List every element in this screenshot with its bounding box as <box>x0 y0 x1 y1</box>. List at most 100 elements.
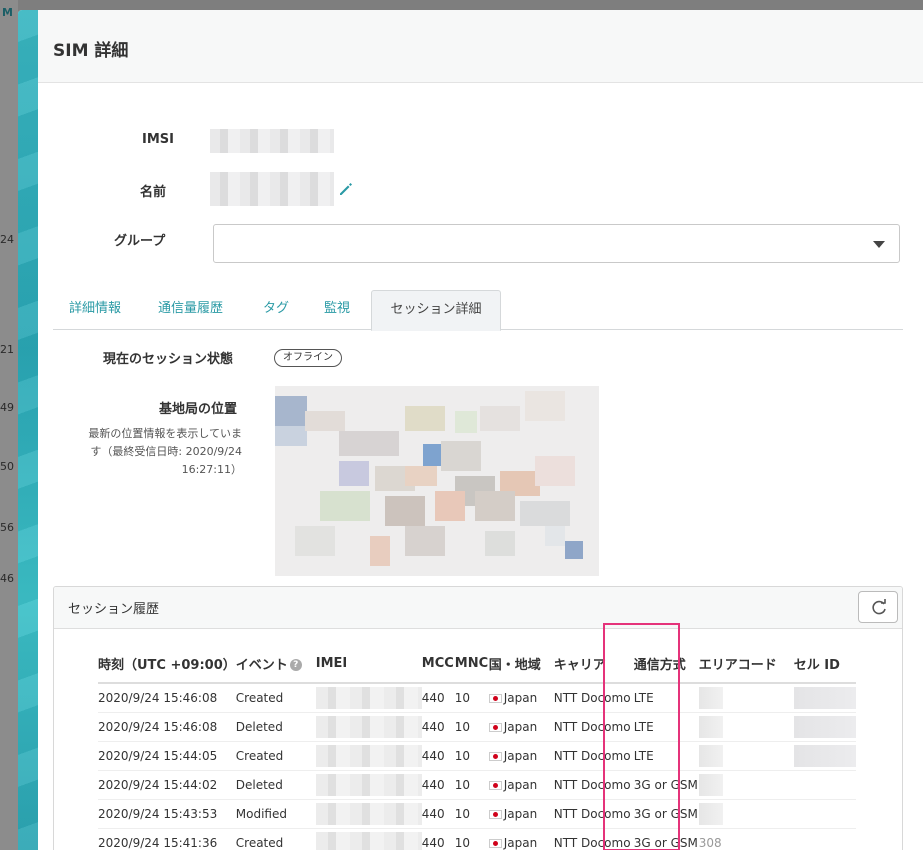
cell-mnc: 10 <box>454 770 489 800</box>
tab-session-details[interactable]: セッション詳細 <box>371 290 501 331</box>
japan-flag-icon <box>488 722 502 732</box>
column-header-event-label: イベント <box>235 658 288 673</box>
cell-time: 2020/9/24 15:44:02 <box>98 770 236 800</box>
table-row: 2020/9/24 15:41:36 Created 440 10 Japan … <box>98 828 856 850</box>
location-desc-line: 16:27:11） <box>181 463 242 476</box>
tab-monitoring[interactable]: 監視 <box>324 290 350 330</box>
cell-imei <box>315 712 422 742</box>
column-header-event: イベント? <box>235 645 316 684</box>
imei-redacted <box>315 744 422 767</box>
pencil-icon[interactable] <box>338 181 354 197</box>
cell-country: Japan <box>488 799 554 829</box>
cell-area-code: 308 <box>698 828 794 850</box>
imsi-value <box>210 129 334 153</box>
cell-mnc: 10 <box>454 741 489 771</box>
country-name: Japan <box>503 835 538 850</box>
table-row: 2020/9/24 15:43:53 Modified 440 10 Japan… <box>98 799 856 829</box>
session-history-panel: セッション履歴 時刻（UTC +09:00） イベント? IMEI MCC MN… <box>53 586 903 850</box>
cell-country: Japan <box>488 828 554 850</box>
location-description: 最新の位置情報を表示していま す（最終受信日時: 2020/9/24 16:27… <box>56 425 242 479</box>
cell-mcc: 440 <box>421 799 455 829</box>
cell-event: Modified <box>235 799 316 829</box>
cell-cell-id <box>793 712 856 742</box>
cell-id-redacted <box>793 715 856 738</box>
cell-cell-id <box>793 741 856 771</box>
table-row: 2020/9/24 15:46:08 Created 440 10 Japan … <box>98 683 856 713</box>
table-header-row: 時刻（UTC +09:00） イベント? IMEI MCC MNC 国・地域 キ… <box>98 645 856 684</box>
tab-details[interactable]: 詳細情報 <box>69 290 121 330</box>
name-value <box>210 172 334 206</box>
refresh-button[interactable] <box>858 591 898 623</box>
column-header-mcc: MCC <box>421 645 455 684</box>
background-text: 50 <box>0 460 14 473</box>
area-code-redacted <box>698 686 723 709</box>
background-text: 49 <box>0 401 14 414</box>
area-code-redacted <box>698 773 723 796</box>
cell-time: 2020/9/24 15:46:08 <box>98 683 236 713</box>
cell-event: Deleted <box>235 712 316 742</box>
table-row: 2020/9/24 15:44:02 Deleted 440 10 Japan … <box>98 770 856 800</box>
cell-time: 2020/9/24 15:43:53 <box>98 799 236 829</box>
cell-area-code <box>698 712 794 742</box>
cell-area-code <box>698 770 794 800</box>
cell-mnc: 10 <box>454 683 489 713</box>
area-code-redacted <box>698 802 723 825</box>
cell-imei <box>315 828 422 850</box>
modal-body: IMSI 名前 グループ 詳細情報 通信量履歴 タグ 監視 セッション詳細 現在… <box>38 84 923 850</box>
cell-mnc: 10 <box>454 712 489 742</box>
column-header-mnc: MNC <box>454 645 489 684</box>
location-desc-line: す（最終受信日時: 2020/9/24 <box>90 445 242 458</box>
cell-id-redacted <box>793 686 856 709</box>
cell-mnc: 10 <box>454 799 489 829</box>
sim-detail-modal: SIM 詳細 IMSI 名前 グループ 詳細情報 通信量履歴 タグ 監視 セッシ… <box>18 10 923 850</box>
help-icon[interactable]: ? <box>289 659 302 671</box>
status-badge: オフライン <box>274 349 342 367</box>
column-header-imei: IMEI <box>315 645 422 684</box>
imei-redacted <box>315 686 422 709</box>
column-header-area-code: エリアコード <box>698 645 794 684</box>
cell-imei <box>315 683 422 713</box>
table-row: 2020/9/24 15:46:08 Deleted 440 10 Japan … <box>98 712 856 742</box>
japan-flag-icon <box>488 838 502 848</box>
panel-header: セッション履歴 <box>54 587 902 629</box>
country-name: Japan <box>503 690 538 705</box>
cell-country: Japan <box>488 741 554 771</box>
cell-area-code <box>698 741 794 771</box>
background-text: 21 <box>0 343 14 356</box>
column-header-country: 国・地域 <box>488 645 554 684</box>
cell-mcc: 440 <box>421 741 455 771</box>
tab-tags[interactable]: タグ <box>263 290 289 330</box>
country-name: Japan <box>503 777 538 792</box>
japan-flag-icon <box>488 693 502 703</box>
cell-id-redacted <box>793 744 856 767</box>
imei-redacted <box>315 715 422 738</box>
area-code-redacted <box>698 715 723 738</box>
tab-traffic-history[interactable]: 通信量履歴 <box>158 290 223 330</box>
group-select[interactable] <box>213 224 900 263</box>
cell-area-code <box>698 799 794 829</box>
area-code-redacted <box>698 744 723 767</box>
map-image <box>275 386 599 576</box>
tab-bar: 詳細情報 通信量履歴 タグ 監視 セッション詳細 <box>53 290 903 331</box>
background-text: 46 <box>0 572 14 585</box>
cell-country: Japan <box>488 770 554 800</box>
imei-redacted <box>315 831 422 850</box>
table-row: 2020/9/24 15:44:05 Created 440 10 Japan … <box>98 741 856 771</box>
imsi-label: IMSI <box>142 132 174 147</box>
cell-time: 2020/9/24 15:44:05 <box>98 741 236 771</box>
cell-mcc: 440 <box>421 770 455 800</box>
background-sidebar <box>0 0 18 850</box>
modal-header: SIM 詳細 <box>38 10 923 83</box>
name-label: 名前 <box>140 185 167 200</box>
column-header-time: 時刻（UTC +09:00） <box>98 645 236 684</box>
base-station-map[interactable] <box>275 386 599 576</box>
session-history-table: 時刻（UTC +09:00） イベント? IMEI MCC MNC 国・地域 キ… <box>98 645 856 850</box>
column-header-cell-id: セル ID <box>793 645 856 684</box>
cell-time: 2020/9/24 15:41:36 <box>98 828 236 850</box>
country-name: Japan <box>503 748 538 763</box>
cell-event: Created <box>235 683 316 713</box>
cell-cell-id <box>793 683 856 713</box>
cell-country: Japan <box>488 683 554 713</box>
cell-event: Created <box>235 741 316 771</box>
japan-flag-icon <box>488 809 502 819</box>
